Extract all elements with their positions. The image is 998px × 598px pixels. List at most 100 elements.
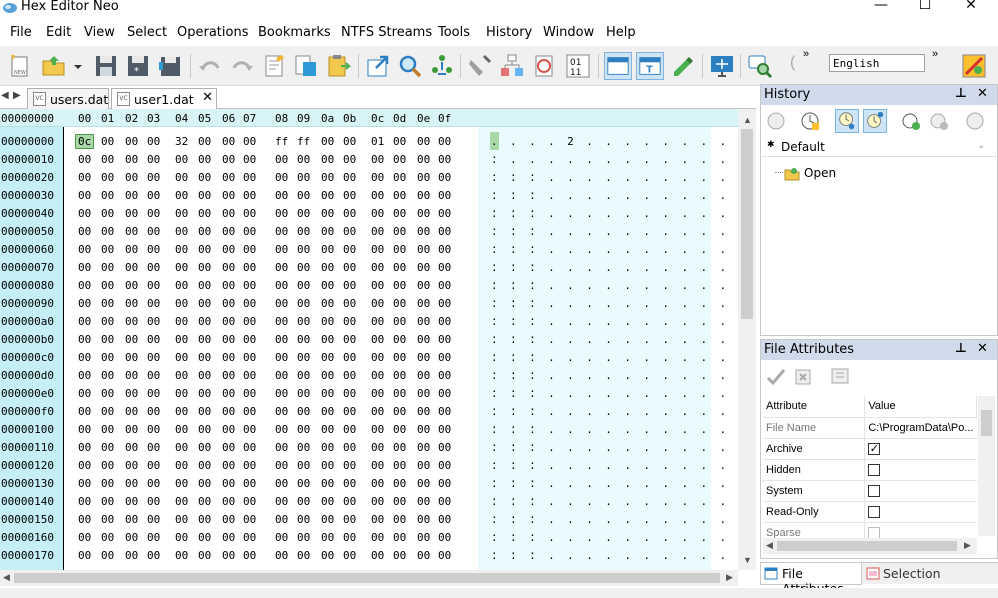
hex-byte[interactable]: 00 <box>343 315 356 328</box>
history-options-icon[interactable] <box>963 109 987 133</box>
attributes-vertical-scrollbar[interactable] <box>978 396 995 536</box>
hex-byte[interactable]: 00 <box>438 315 451 328</box>
hex-byte[interactable]: 00 <box>343 459 356 472</box>
hex-byte[interactable]: 00 <box>222 513 235 526</box>
hex-byte[interactable]: 00 <box>371 189 384 202</box>
hex-byte[interactable]: 00 <box>243 351 256 364</box>
hex-byte[interactable]: 00 <box>147 531 160 544</box>
hex-byte[interactable]: 00 <box>343 387 356 400</box>
table-row[interactable]: System <box>763 480 977 502</box>
hex-byte[interactable]: 00 <box>321 315 334 328</box>
close-tab-icon[interactable]: ✕ <box>202 90 213 105</box>
find-icon[interactable] <box>396 52 424 80</box>
hex-byte[interactable]: 00 <box>198 495 211 508</box>
menu-history[interactable]: History <box>486 25 532 40</box>
hex-byte[interactable]: 00 <box>175 315 188 328</box>
hex-byte[interactable]: 00 <box>198 423 211 436</box>
menu-operations[interactable]: Operations <box>177 25 248 40</box>
hex-byte[interactable]: 00 <box>198 477 211 490</box>
hex-byte[interactable]: 00 <box>175 495 188 508</box>
table-row[interactable]: Read-Only <box>763 501 977 523</box>
hex-byte[interactable]: 00 <box>78 279 91 292</box>
hex-byte[interactable]: 00 <box>343 171 356 184</box>
hex-byte[interactable]: 00 <box>147 189 160 202</box>
hex-byte[interactable]: 00 <box>297 549 310 562</box>
history-item[interactable]: Open <box>775 165 855 183</box>
hex-byte[interactable]: 00 <box>417 531 430 544</box>
hex-byte[interactable]: 00 <box>393 405 406 418</box>
hex-byte[interactable]: 00 <box>101 297 114 310</box>
hex-byte[interactable]: 00 <box>222 423 235 436</box>
hex-byte[interactable]: 00 <box>343 207 356 220</box>
hex-byte[interactable]: 00 <box>393 297 406 310</box>
tab-user1-dat[interactable]: VC user1.dat ✕ <box>111 88 217 109</box>
hex-byte[interactable]: 00 <box>101 477 114 490</box>
hex-byte[interactable]: 00 <box>321 189 334 202</box>
hex-byte[interactable]: 00 <box>297 315 310 328</box>
new-file-icon[interactable]: NEW <box>6 52 34 80</box>
save-all-icon[interactable] <box>156 52 184 80</box>
hex-byte[interactable]: 00 <box>275 549 288 562</box>
hex-byte[interactable]: 00 <box>175 531 188 544</box>
hex-byte[interactable]: 00 <box>343 495 356 508</box>
hex-byte[interactable]: 00 <box>297 243 310 256</box>
hex-byte[interactable]: 00 <box>198 315 211 328</box>
hex-byte[interactable]: 00 <box>371 441 384 454</box>
hex-byte[interactable]: 00 <box>393 495 406 508</box>
hex-byte[interactable]: 00 <box>438 369 451 382</box>
menu-tools[interactable]: Tools <box>438 25 470 40</box>
hex-byte[interactable]: 00 <box>198 531 211 544</box>
hex-byte[interactable]: 00 <box>125 261 138 274</box>
hex-byte[interactable]: 00 <box>438 261 451 274</box>
hex-byte[interactable]: 00 <box>297 405 310 418</box>
hex-byte[interactable]: 00 <box>101 261 114 274</box>
hex-byte[interactable]: 00 <box>275 405 288 418</box>
hex-byte[interactable]: 00 <box>175 387 188 400</box>
hex-byte[interactable]: 00 <box>275 171 288 184</box>
hex-byte[interactable]: 00 <box>371 315 384 328</box>
close-panel-icon[interactable]: ✕ <box>977 86 988 101</box>
hex-byte[interactable]: 00 <box>371 549 384 562</box>
copy-icon[interactable] <box>292 52 320 80</box>
hex-byte[interactable]: 00 <box>321 297 334 310</box>
hex-byte[interactable]: 00 <box>275 513 288 526</box>
hex-byte[interactable]: 00 <box>343 369 356 382</box>
hex-byte[interactable]: 00 <box>243 333 256 346</box>
hex-byte[interactable]: 00 <box>343 243 356 256</box>
hex-byte[interactable]: 00 <box>101 189 114 202</box>
hex-byte[interactable]: 00 <box>371 207 384 220</box>
hex-byte[interactable]: 32 <box>175 135 188 148</box>
hex-byte[interactable]: 00 <box>297 441 310 454</box>
hex-byte[interactable]: 00 <box>243 531 256 544</box>
hex-byte[interactable]: 00 <box>417 441 430 454</box>
hex-byte[interactable]: 00 <box>417 405 430 418</box>
hex-byte[interactable]: 00 <box>175 297 188 310</box>
hex-byte[interactable]: 00 <box>393 351 406 364</box>
hex-byte[interactable]: 00 <box>147 297 160 310</box>
hex-byte[interactable]: 00 <box>321 351 334 364</box>
hex-byte[interactable]: 00 <box>275 225 288 238</box>
hex-byte[interactable]: 0c <box>74 134 95 149</box>
hex-byte[interactable]: 00 <box>243 315 256 328</box>
table-row[interactable]: Hidden <box>763 459 977 481</box>
hex-byte[interactable]: 00 <box>175 405 188 418</box>
hex-byte[interactable]: 00 <box>175 171 188 184</box>
hex-byte[interactable]: 00 <box>393 135 406 148</box>
hex-byte[interactable]: 00 <box>78 243 91 256</box>
hex-byte[interactable]: 00 <box>275 369 288 382</box>
hex-byte[interactable]: 00 <box>147 387 160 400</box>
hex-byte[interactable]: 00 <box>125 333 138 346</box>
hex-byte[interactable]: 00 <box>243 549 256 562</box>
hex-byte[interactable]: 00 <box>243 207 256 220</box>
hex-byte[interactable]: 00 <box>343 477 356 490</box>
hex-byte[interactable]: 00 <box>438 243 451 256</box>
hex-byte[interactable]: 00 <box>243 495 256 508</box>
hex-byte[interactable]: 00 <box>417 261 430 274</box>
hex-byte[interactable]: 00 <box>175 549 188 562</box>
hex-byte[interactable]: 00 <box>438 351 451 364</box>
table-row[interactable]: Archive ✓ <box>763 438 977 460</box>
hex-byte[interactable]: 00 <box>175 369 188 382</box>
hex-byte[interactable]: 00 <box>393 315 406 328</box>
maximize-button[interactable]: ☐ <box>902 0 948 18</box>
hex-byte[interactable]: 00 <box>125 225 138 238</box>
